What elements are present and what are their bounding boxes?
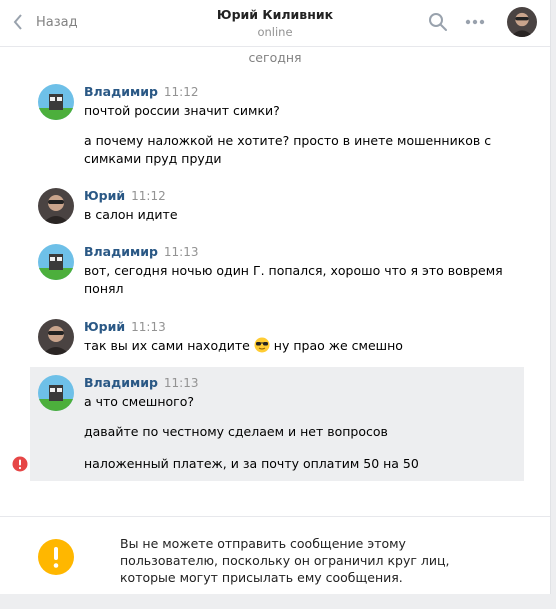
avatar[interactable] bbox=[38, 319, 74, 355]
author-name[interactable]: Владимир 11:12 bbox=[84, 84, 199, 99]
message-line: симками пруд пруди bbox=[84, 151, 222, 166]
message-item[interactable]: Владимир 11:13 вот, сегодня ночью один Г.… bbox=[30, 236, 524, 304]
online-status: online bbox=[257, 25, 293, 39]
error-icon[interactable] bbox=[12, 456, 28, 472]
sunglasses-emoji-icon bbox=[254, 337, 270, 353]
message-item[interactable]: Юрий 11:13 так вы их сами находите ну пра… bbox=[30, 311, 524, 361]
message-line: а что смешного? bbox=[84, 394, 195, 409]
author-name[interactable]: Владимир 11:13 bbox=[84, 375, 199, 390]
avatar[interactable] bbox=[38, 244, 74, 280]
blocked-notice: Вы не можете отправить сообщение этому п… bbox=[120, 536, 450, 585]
date-separator: сегодня bbox=[248, 50, 302, 65]
author-name[interactable]: Владимир 11:13 bbox=[84, 244, 199, 259]
message-line: так вы их сами находите ну прао же смешн… bbox=[84, 337, 403, 353]
author-name[interactable]: Юрий 11:13 bbox=[84, 319, 166, 334]
message-line: наложенный платеж, и за почту оплатим 50… bbox=[84, 456, 419, 471]
message-line: понял bbox=[84, 281, 124, 296]
header-avatar[interactable] bbox=[507, 7, 537, 37]
message-line: вот, сегодня ночью один Г. попался, хоро… bbox=[84, 263, 503, 278]
message-line: почтой россии значит симки? bbox=[84, 103, 280, 118]
avatar[interactable] bbox=[38, 84, 74, 120]
page-bottom bbox=[0, 594, 556, 609]
author-name[interactable]: Юрий 11:12 bbox=[84, 188, 166, 203]
message-time: 11:13 bbox=[163, 376, 199, 390]
message-item[interactable]: Владимир 11:12 почтой россии значит симки… bbox=[30, 76, 524, 174]
search-icon[interactable] bbox=[428, 12, 448, 32]
chat-panel: Назад Юрий Киливник online сегодня Влади… bbox=[0, 0, 551, 609]
message-composer-disabled: Вы не можете отправить сообщение этому п… bbox=[0, 516, 550, 595]
more-dots-icon[interactable] bbox=[465, 19, 485, 25]
message-time: 11:12 bbox=[131, 189, 166, 203]
message-line: а почему наложкой не хотите? просто в ин… bbox=[84, 133, 492, 148]
message-item[interactable]: Юрий 11:12 в салон идите bbox=[30, 180, 524, 230]
chat-header: Назад Юрий Киливник online bbox=[0, 0, 550, 47]
warning-icon bbox=[38, 539, 74, 575]
message-time: 11:13 bbox=[131, 320, 166, 334]
avatar[interactable] bbox=[38, 375, 74, 411]
avatar[interactable] bbox=[38, 188, 74, 224]
message-time: 11:12 bbox=[163, 85, 199, 99]
message-line: давайте по честному сделаем и нет вопрос… bbox=[84, 424, 388, 439]
message-line: в салон идите bbox=[84, 207, 178, 222]
message-item-selected[interactable]: Владимир 11:13 а что смешного? давайте по… bbox=[30, 367, 524, 481]
message-time: 11:13 bbox=[163, 245, 199, 259]
